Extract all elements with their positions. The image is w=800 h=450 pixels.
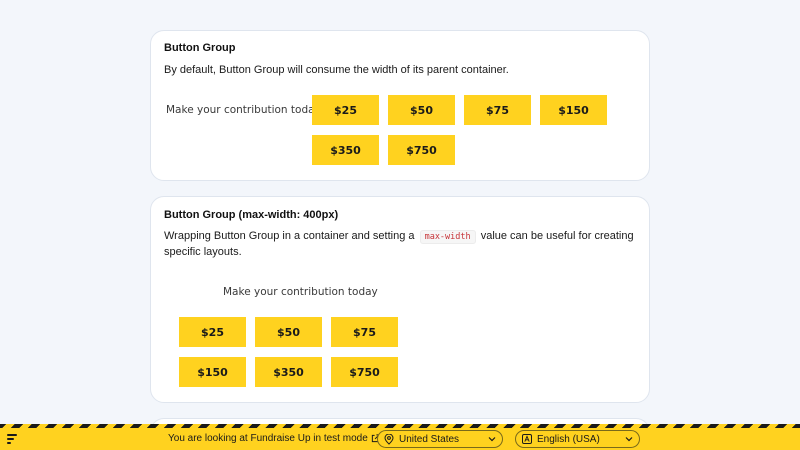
card-title: Button Group xyxy=(164,42,236,54)
language-icon xyxy=(522,434,532,444)
amount-button-75[interactable]: $75 xyxy=(464,95,531,125)
test-mode-text: You are looking at Fundraise Up in test … xyxy=(168,433,368,444)
language-select[interactable]: English (USA) xyxy=(515,430,640,448)
button-group-max-width-card: Button Group (max-width: 400px) Wrapping… xyxy=(150,196,650,403)
amount-button-350[interactable]: $350 xyxy=(255,357,322,387)
chevron-down-icon xyxy=(625,437,633,442)
amount-button-750[interactable]: $750 xyxy=(331,357,398,387)
amount-button-50[interactable]: $50 xyxy=(388,95,455,125)
inline-code: max-width xyxy=(419,230,476,244)
card-title: Button Group (max-width: 400px) xyxy=(164,209,339,221)
amount-button-25[interactable]: $25 xyxy=(179,317,246,347)
test-mode-banner: You are looking at Fundraise Up in test … xyxy=(0,424,800,450)
amount-button-150[interactable]: $150 xyxy=(179,357,246,387)
chevron-down-icon xyxy=(488,437,496,442)
amount-button-750[interactable]: $750 xyxy=(388,135,455,165)
hazard-stripes xyxy=(0,424,800,428)
location-pin-icon xyxy=(384,433,394,445)
amount-button-75[interactable]: $75 xyxy=(331,317,398,347)
country-value: United States xyxy=(399,433,460,445)
card-description: By default, Button Group will consume th… xyxy=(164,64,509,76)
amount-button-150[interactable]: $150 xyxy=(540,95,607,125)
card-description: Wrapping Button Group in a container and… xyxy=(164,229,634,260)
amount-button-50[interactable]: $50 xyxy=(255,317,322,347)
contribution-label: Make your contribution today xyxy=(166,104,321,116)
amount-button-350[interactable]: $350 xyxy=(312,135,379,165)
button-group-card: Button Group By default, Button Group wi… xyxy=(150,30,650,181)
test-mode-message[interactable]: You are looking at Fundraise Up in test … xyxy=(168,433,380,444)
description-text: Wrapping Button Group in a container and… xyxy=(164,230,415,242)
language-value: English (USA) xyxy=(537,433,600,445)
amount-button-25[interactable]: $25 xyxy=(312,95,379,125)
contribution-label: Make your contribution today xyxy=(223,286,378,298)
country-select[interactable]: United States xyxy=(377,430,503,448)
fundraise-up-logo-icon[interactable] xyxy=(7,434,17,446)
